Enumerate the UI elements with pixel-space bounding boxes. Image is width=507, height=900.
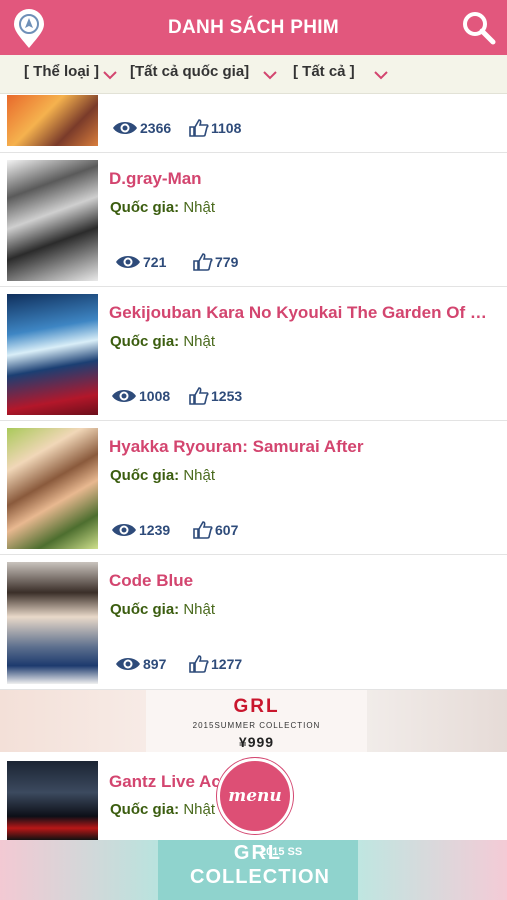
movie-title[interactable]: Hyakka Ryouran: Samurai After: [109, 437, 494, 457]
item-stats: 721 779: [115, 252, 315, 272]
movie-title[interactable]: D.gray-Man: [109, 169, 494, 189]
all-filter-label: [ Tất cả ]: [293, 63, 355, 80]
list-item[interactable]: Gekijouban Kara No Kyoukai The Garden Of…: [0, 287, 507, 421]
chevron-down-icon: [263, 71, 277, 80]
search-button[interactable]: [461, 10, 497, 46]
thumbs-up-icon: [189, 119, 209, 137]
country-filter-label: [Tất cả quốc gia]: [130, 63, 250, 80]
movie-poster: [7, 761, 98, 840]
ad-year: 2015 SS: [260, 846, 303, 858]
eye-icon: [116, 256, 140, 268]
movie-country: Quốc gia: Nhật: [110, 601, 216, 618]
ad-photo: [358, 840, 507, 900]
ad-brand: GRL: [233, 696, 280, 717]
movie-title[interactable]: Gekijouban Kara No Kyoukai The Garden Of…: [109, 303, 494, 323]
eye-icon: [112, 524, 136, 536]
eye-icon: [113, 122, 137, 134]
movie-title[interactable]: Gantz Live Act: [109, 772, 219, 792]
movie-country: Quốc gia: Nhật: [110, 467, 216, 484]
search-icon: [463, 12, 496, 45]
all-filter[interactable]: [ Tất cả ]: [293, 61, 393, 89]
movie-poster: [7, 294, 98, 415]
ad-photo: [0, 690, 146, 752]
ad-price: ¥999: [238, 734, 275, 750]
ad-banner-top[interactable]: GRL 2015SUMMER COLLECTION ¥999: [0, 690, 507, 752]
page-title: DANH SÁCH PHIM: [168, 17, 339, 38]
country-filter[interactable]: [Tất cả quốc gia]: [130, 61, 280, 89]
movie-poster: [7, 160, 98, 281]
list-item[interactable]: Hyakka Ryouran: Samurai After Quốc gia: …: [0, 421, 507, 555]
menu-button[interactable]: menu: [217, 758, 293, 834]
chevron-down-icon: [374, 71, 388, 80]
movie-country: Quốc gia: Nhật: [110, 199, 216, 216]
app-header: DANH SÁCH PHIM: [0, 0, 507, 55]
thumbs-up-icon: [193, 521, 213, 539]
movie-country: Quốc gia: Nhật: [110, 333, 216, 350]
movie-poster: [7, 562, 98, 684]
thumbs-up-icon: [189, 387, 209, 405]
chevron-down-icon: [103, 71, 117, 80]
ad-tagline: 2015SUMMER COLLECTION: [192, 721, 321, 730]
list-item[interactable]: D.gray-Man Quốc gia: Nhật 721 779: [0, 153, 507, 287]
eye-icon: [116, 658, 140, 670]
item-stats: 2366 1108: [112, 118, 312, 138]
item-stats: 1239 607: [111, 520, 311, 540]
ad-tagline: COLLECTION: [190, 866, 330, 888]
movie-title[interactable]: Code Blue: [109, 571, 494, 591]
genre-filter-label: [ Thể loại ]: [24, 63, 99, 80]
thumbs-up-icon: [193, 253, 213, 271]
movie-poster: [7, 95, 98, 146]
menu-label: menu: [228, 786, 282, 806]
ad-photo: [0, 840, 158, 900]
thumbs-up-icon: [189, 655, 209, 673]
ad-banner-bottom[interactable]: GRL 2015 SS COLLECTION: [0, 840, 507, 900]
ad-photo: [367, 690, 507, 752]
movie-country: Quốc gia: Nhật: [110, 801, 216, 818]
list-item[interactable]: Code Blue Quốc gia: Nhật 897 1277: [0, 555, 507, 690]
genre-filter[interactable]: [ Thể loại ]: [24, 61, 124, 89]
item-stats: 897 1277: [115, 654, 315, 674]
ad-brand: GRL: [233, 842, 283, 864]
item-stats: 1008 1253: [111, 386, 311, 406]
list-item[interactable]: 2366 1108: [0, 95, 507, 153]
filter-bar: [ Thể loại ] [Tất cả quốc gia] [ Tất cả …: [0, 55, 507, 94]
movie-poster: [7, 428, 98, 549]
eye-icon: [112, 390, 136, 402]
